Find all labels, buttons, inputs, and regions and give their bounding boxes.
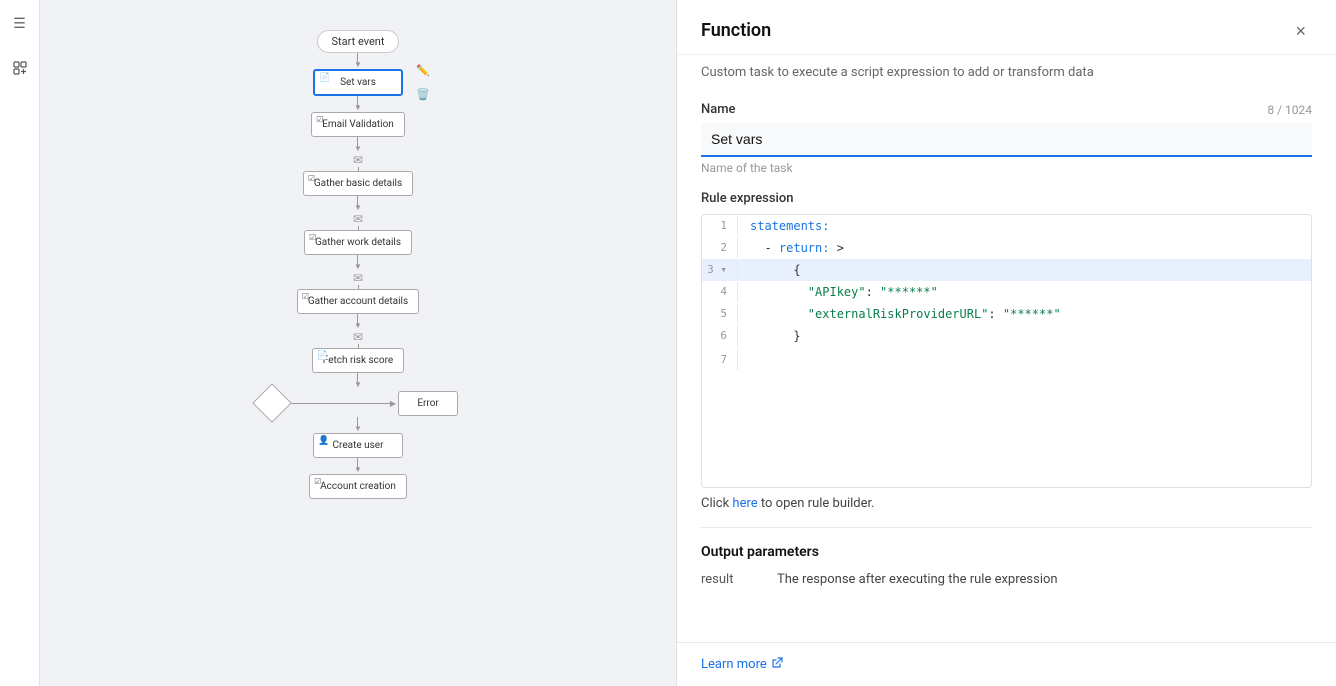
flow-step-create-user: 👤 Create user	[313, 433, 403, 458]
name-field-header: Name 8 / 1024	[701, 102, 1312, 117]
output-row-result: result The response after executing the …	[701, 572, 1312, 587]
edit-node-button[interactable]: ✏️	[413, 61, 433, 81]
email-validation-node[interactable]: ☑ Email Validation	[311, 112, 405, 137]
name-input[interactable]	[701, 123, 1312, 157]
flow-step-email: ☑ Email Validation	[311, 112, 405, 137]
arrow-7: ▼	[354, 373, 362, 389]
output-parameters-section: Output parameters result The response af…	[701, 527, 1312, 587]
gather-work-node[interactable]: ☑ Gather work details	[304, 230, 412, 255]
connector-send-1: ✉	[353, 153, 363, 167]
fetch-risk-node[interactable]: 📄 Fetch risk score	[312, 348, 404, 373]
arrow-4: ▼	[354, 196, 362, 212]
doc-icon: 📄	[319, 73, 330, 83]
check-icon-2: ☑	[308, 174, 315, 183]
node-actions: ✏️ 🗑️	[413, 61, 433, 105]
rule-builder-text: Click here to open rule builder.	[701, 496, 1312, 511]
name-counter: 8 / 1024	[1267, 103, 1312, 117]
flow-step-fetch-risk: 📄 Fetch risk score	[312, 348, 404, 373]
sidebar-menu-icon[interactable]: ☰	[6, 10, 34, 38]
name-hint: Name of the task	[701, 161, 1312, 175]
create-user-node[interactable]: 👤 Create user	[313, 433, 403, 458]
panel-body: Name 8 / 1024 Name of the task Rule expr…	[677, 90, 1336, 642]
code-line-6: 6 }	[702, 325, 1311, 347]
name-field-section: Name 8 / 1024 Name of the task	[701, 90, 1312, 175]
panel-header: Function ×	[677, 0, 1336, 55]
gather-account-node[interactable]: ☑ Gather account details	[297, 289, 419, 314]
person-icon: 👤	[318, 436, 329, 446]
output-value-result: The response after executing the rule ex…	[777, 572, 1058, 587]
connector-send-4: ✉	[353, 330, 363, 344]
flow-step-start: Start event	[317, 30, 400, 53]
arrow-2: ▼	[354, 96, 362, 112]
output-title: Output parameters	[701, 544, 1312, 560]
flow-step-gather-work: ☑ Gather work details	[304, 230, 412, 255]
external-link-icon	[771, 657, 783, 672]
sidebar: ☰	[0, 0, 40, 686]
arrow-9: ▼	[354, 458, 362, 474]
error-node[interactable]: Error	[398, 391, 458, 416]
connector-send-2: ✉	[353, 212, 363, 226]
code-line-7: 7	[702, 347, 1311, 487]
close-button[interactable]: ×	[1289, 20, 1312, 42]
arrow-1: ▼	[354, 53, 362, 69]
arrow-6: ▼	[354, 314, 362, 330]
name-label: Name	[701, 102, 736, 117]
code-line-1: 1 statements:	[702, 215, 1311, 237]
flow-diagram: Start event ▼ 📄 Set vars ✏️ 🗑️ ▼	[40, 0, 676, 499]
connector-send-3: ✉	[353, 271, 363, 285]
set-vars-node[interactable]: 📄 Set vars	[313, 69, 403, 96]
flow-step-account-creation: ☑ Account creation	[309, 474, 407, 499]
arrow-8: ▼	[354, 417, 362, 433]
code-line-4: 4 "APIkey": "******"	[702, 281, 1311, 303]
learn-more-link[interactable]: Learn more	[701, 657, 783, 672]
error-branch: ▶ Error	[286, 391, 458, 416]
arrow-5: ▼	[354, 255, 362, 271]
gateway-node[interactable]	[252, 383, 292, 423]
check-icon: ☑	[316, 115, 323, 124]
flow-step-gather-account: ☑ Gather account details	[297, 289, 419, 314]
account-creation-node[interactable]: ☑ Account creation	[309, 474, 407, 499]
code-line-5: 5 "externalRiskProviderURL": "******"	[702, 303, 1311, 325]
flow-step-set-vars: 📄 Set vars ✏️ 🗑️	[313, 69, 403, 96]
rule-builder-link[interactable]: here	[732, 496, 757, 511]
gather-basic-node[interactable]: ☑ Gather basic details	[303, 171, 413, 196]
flow-step-gather-basic: ☑ Gather basic details	[303, 171, 413, 196]
canvas-area: Start event ▼ 📄 Set vars ✏️ 🗑️ ▼	[40, 0, 676, 686]
check-icon-3: ☑	[309, 233, 316, 242]
arrow-3: ▼	[354, 137, 362, 153]
rule-expression-section: Rule expression 1 statements: 2 - return…	[701, 191, 1312, 511]
right-panel: Function × Custom task to execute a scri…	[676, 0, 1336, 686]
output-key-result: result	[701, 572, 761, 587]
panel-title: Function	[701, 20, 771, 41]
panel-subtitle: Custom task to execute a script expressi…	[677, 55, 1336, 90]
gateway-row: ▶ Error	[258, 389, 458, 417]
check-icon-5: ☑	[314, 477, 321, 486]
delete-node-button[interactable]: 🗑️	[413, 85, 433, 105]
learn-more-section: Learn more	[677, 642, 1336, 686]
code-editor[interactable]: 1 statements: 2 - return: > 3 ▾ { 4	[701, 214, 1312, 488]
sidebar-add-icon[interactable]	[6, 54, 34, 82]
check-icon-4: ☑	[302, 292, 309, 301]
rule-expression-label: Rule expression	[701, 191, 1312, 206]
code-line-2: 2 - return: >	[702, 237, 1311, 259]
start-event-node[interactable]: Start event	[317, 30, 400, 53]
set-vars-wrapper: 📄 Set vars ✏️ 🗑️	[313, 69, 403, 96]
code-line-3: 3 ▾ {	[702, 259, 1311, 281]
doc-icon-2: 📄	[317, 351, 328, 361]
